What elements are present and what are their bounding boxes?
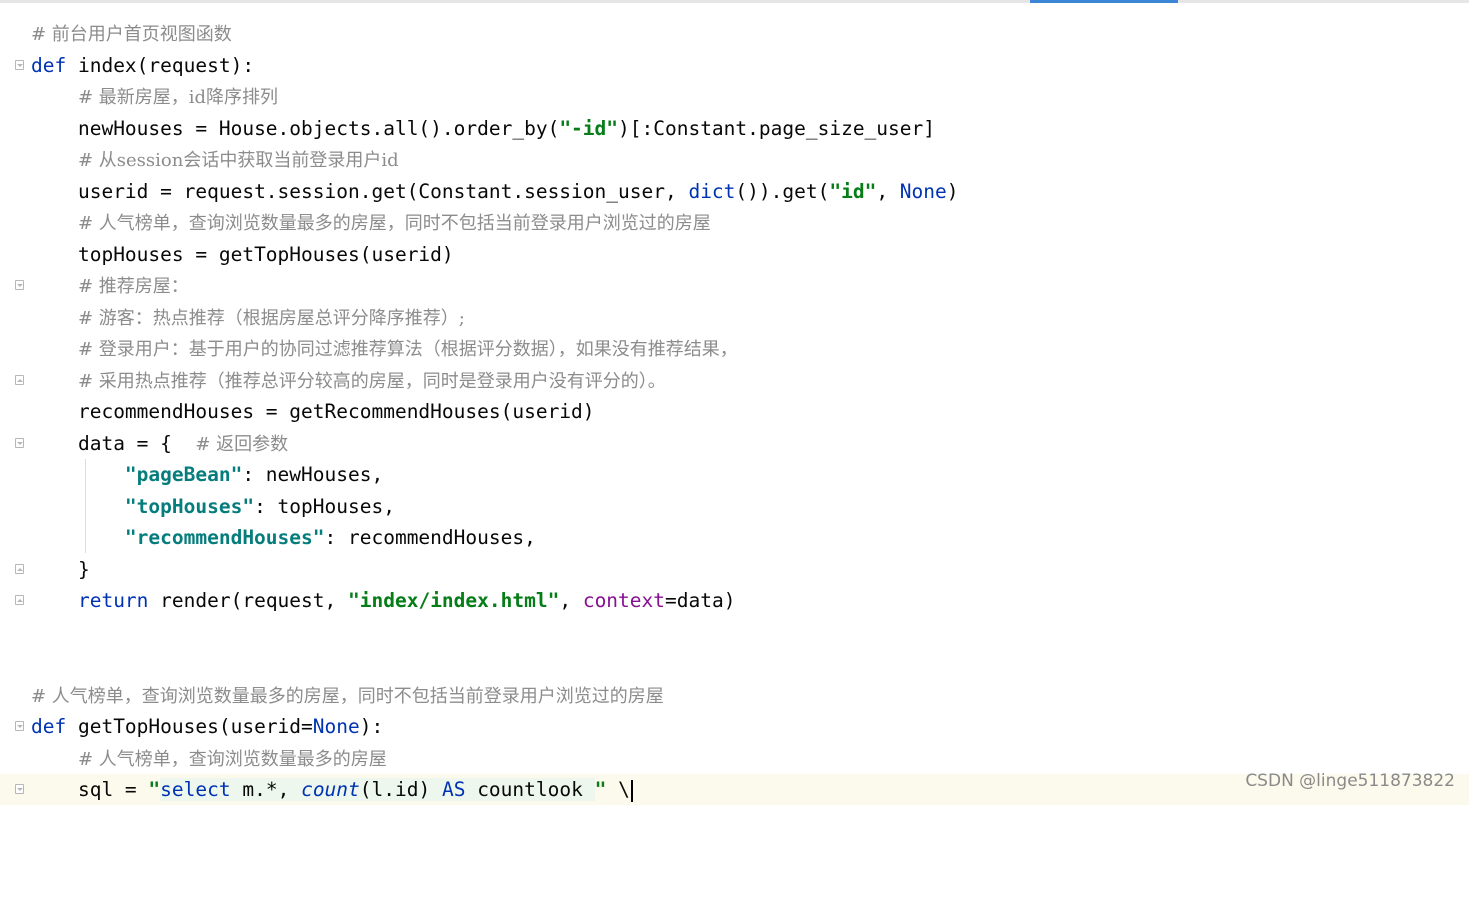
text-caret [630, 779, 633, 802]
comment: # 人气榜单，查询浏览数量最多的房屋，同时不包括当前登录用户浏览过的房屋 [77, 213, 711, 234]
code-line-18[interactable]: } [0, 554, 1469, 585]
active-tab-indicator[interactable] [1030, 0, 1178, 3]
fold-icon[interactable] [15, 595, 24, 605]
editor-top-border [0, 0, 1469, 3]
fold-icon[interactable] [15, 721, 24, 731]
code-line-19[interactable]: return render(request, "index/index.html… [0, 585, 1469, 616]
code-line-3[interactable]: # 最新房屋，id降序排列 [0, 81, 1469, 112]
code-line-5[interactable]: # 从session会话中获取当前登录用户id [0, 144, 1469, 175]
watermark: CSDN @linge511873822 [1245, 771, 1455, 791]
code-line-23[interactable]: def getTopHouses(userid=None): [0, 711, 1469, 742]
comment: # 推荐房屋： [77, 276, 189, 297]
comment: # 登录用户：基于用户的协同过滤推荐算法（根据评分数据），如果没有推荐结果， [77, 339, 738, 360]
comment: # 前台用户首页视图函数 [31, 24, 232, 45]
code-line-14[interactable]: data = { # 返回参数 [0, 428, 1469, 459]
fold-icon[interactable] [15, 437, 24, 448]
comment: # 人气榜单，查询浏览数量最多的房屋 [77, 748, 387, 770]
fold-icon[interactable] [15, 280, 24, 290]
comment: # 最新房屋，id降序排列 [77, 87, 279, 108]
code-line-4[interactable]: newHouses = House.objects.all().order_by… [0, 113, 1469, 144]
fold-icon[interactable] [15, 374, 24, 385]
comment: # 人气榜单，查询浏览数量最多的房屋，同时不包括当前登录用户浏览过的房屋 [31, 685, 664, 707]
code-line-15[interactable]: "pageBean": newHouses, [0, 459, 1469, 490]
comment: # 从session会话中获取当前登录用户id [77, 150, 399, 171]
code-line-17[interactable]: "recommendHouses": recommendHouses, [0, 522, 1469, 553]
code-line-13[interactable]: recommendHouses = getRecommendHouses(use… [0, 396, 1469, 427]
keyword: def [31, 53, 67, 77]
fold-icon[interactable] [15, 59, 24, 70]
code-line-24[interactable]: # 人气榜单，查询浏览数量最多的房屋 [0, 743, 1469, 774]
fold-icon[interactable] [15, 784, 24, 794]
code-line-1[interactable]: # 前台用户首页视图函数 [0, 18, 1469, 49]
comment: # 游客：热点推荐（根据房屋总评分降序推荐）; [77, 307, 465, 329]
code-line-10[interactable]: # 游客：热点推荐（根据房屋总评分降序推荐）; [0, 302, 1469, 333]
code-line-6[interactable]: userid = request.session.get(Constant.se… [0, 176, 1469, 207]
code-line-8[interactable]: topHouses = getTopHouses(userid) [0, 239, 1469, 270]
code-line-12[interactable]: # 采用热点推荐（推荐总评分较高的房屋，同时是登录用户没有评分的）。 [0, 365, 1469, 396]
comment: # 返回参数 [195, 433, 289, 455]
comment: # 采用热点推荐（推荐总评分较高的房屋，同时是登录用户没有评分的）。 [77, 370, 666, 392]
fold-icon[interactable] [15, 563, 24, 574]
code-line-9[interactable]: # 推荐房屋： [0, 270, 1469, 301]
code-line-2[interactable]: def index(request): [0, 50, 1469, 81]
code-line-11[interactable]: # 登录用户：基于用户的协同过滤推荐算法（根据评分数据），如果没有推荐结果， [0, 333, 1469, 364]
code-line-22[interactable]: # 人气榜单，查询浏览数量最多的房屋，同时不包括当前登录用户浏览过的房屋 [0, 680, 1469, 711]
code-line-16[interactable]: "topHouses": topHouses, [0, 491, 1469, 522]
code-line-7[interactable]: # 人气榜单，查询浏览数量最多的房屋，同时不包括当前登录用户浏览过的房屋 [0, 207, 1469, 238]
